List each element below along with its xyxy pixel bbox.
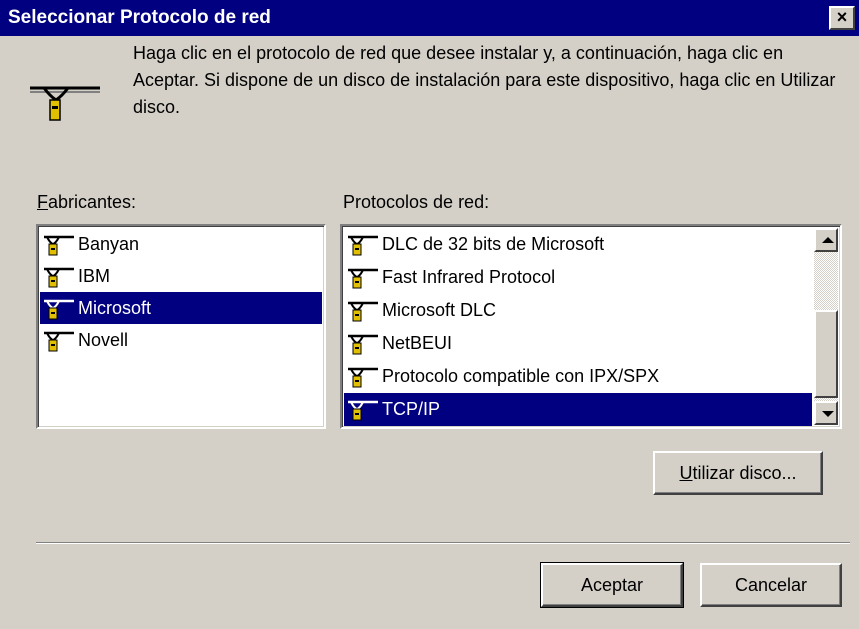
vertical-scrollbar[interactable] [814,228,838,425]
manufacturer-item-label: Novell [78,330,129,350]
protocol-item[interactable]: Fast Infrared Protocol [344,261,812,294]
manufacturer-item-label: Banyan [78,234,140,254]
scroll-down-arrow-icon [822,411,834,417]
protocol-item[interactable]: DLC de 32 bits de Microsoft [344,228,812,261]
network-protocol-icon [30,86,100,121]
ok-button[interactable]: Aceptar [540,562,684,608]
network-protocol-icon [44,331,74,352]
scroll-up-arrow-icon [822,237,834,243]
have-disk-button[interactable]: Utilizar disco... [653,451,823,495]
title-bar: Seleccionar Protocolo de red × [0,0,859,36]
network-protocol-icon [348,334,378,355]
manufacturer-item[interactable]: Microsoft [40,292,322,324]
protocols-label: Protocolos de red: [343,192,490,212]
protocol-item[interactable]: NetBEUI [344,327,812,360]
protocol-item-label: DLC de 32 bits de Microsoft [382,234,605,254]
manufacturers-label: Fabricantes: [37,192,137,212]
close-icon: × [836,7,848,27]
protocol-item-label: NetBEUI [382,333,453,353]
protocol-item[interactable]: Protocolo compatible con IPX/SPX [344,360,812,393]
manufacturers-items: Banyan IBM Microsoft Novell [40,228,322,356]
manufacturer-item-label: IBM [78,266,111,286]
network-protocol-icon [44,299,74,320]
manufacturer-item[interactable]: IBM [40,260,322,292]
protocol-item-label: Microsoft DLC [382,300,497,320]
protocol-item-label: TCP/IP [382,399,441,419]
manufacturers-listbox[interactable]: Banyan IBM Microsoft Novell [36,224,326,429]
network-protocol-icon [348,235,378,256]
separator [36,542,850,544]
protocol-item-label: Protocolo compatible con IPX/SPX [382,366,660,386]
network-protocol-icon [348,301,378,322]
protocols-items: DLC de 32 bits de Microsoft Fast Infrared… [344,228,812,426]
network-protocol-icon [348,367,378,388]
scroll-up-button[interactable] [814,228,838,252]
protocol-item-label: Fast Infrared Protocol [382,267,556,287]
manufacturer-item-label: Microsoft [78,298,152,318]
network-protocol-icon [44,235,74,256]
window-title: Seleccionar Protocolo de red [8,7,271,28]
protocol-item[interactable]: TCP/IP [344,393,812,426]
network-protocol-icon [44,267,74,288]
scroll-thumb[interactable] [814,310,838,398]
protocols-listbox[interactable]: DLC de 32 bits de Microsoft Fast Infrared… [340,224,842,429]
close-button[interactable]: × [829,6,855,30]
cancel-button[interactable]: Cancelar [700,563,842,607]
instruction-text: Haga clic en el protocolo de red que des… [133,43,836,117]
protocol-item[interactable]: Microsoft DLC [344,294,812,327]
network-protocol-icon [348,268,378,289]
manufacturer-item[interactable]: Banyan [40,228,322,260]
manufacturer-item[interactable]: Novell [40,324,322,356]
network-protocol-icon [348,400,378,421]
scroll-down-button[interactable] [814,401,838,425]
